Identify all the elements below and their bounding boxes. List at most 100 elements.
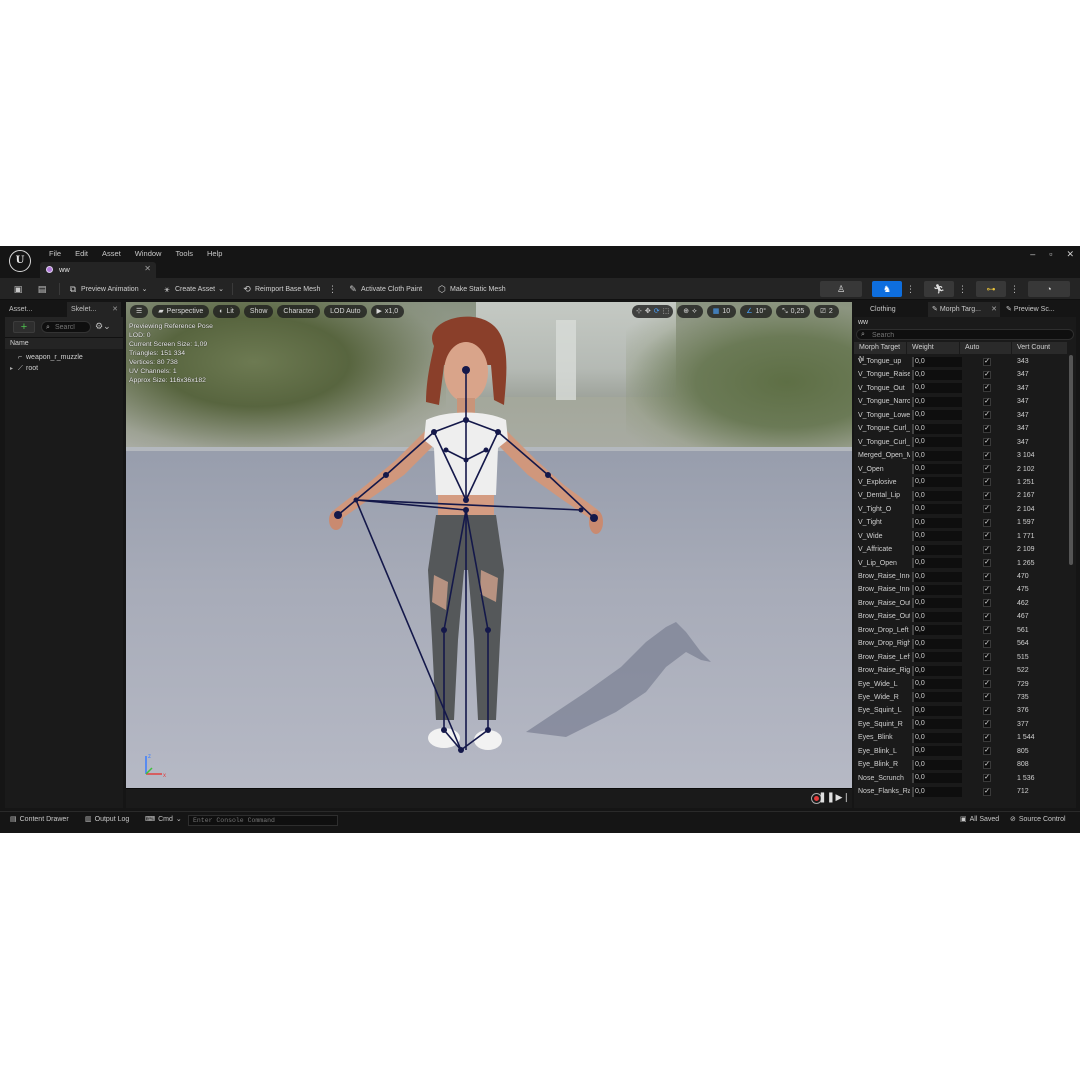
auto-checkbox[interactable]: ✓ <box>983 585 991 594</box>
weight-input[interactable]: 0,0 <box>912 611 962 622</box>
auto-checkbox[interactable]: ✓ <box>983 612 991 621</box>
auto-checkbox[interactable]: ✓ <box>983 384 991 393</box>
auto-checkbox[interactable]: ✓ <box>983 760 991 769</box>
lit-button[interactable]: ◐ Lit <box>213 305 240 318</box>
morph-search-input[interactable] <box>872 330 1062 340</box>
pause-icon[interactable]: ❚❚ <box>818 792 835 803</box>
close-icon[interactable]: ✕ <box>112 302 118 317</box>
auto-checkbox[interactable]: ✓ <box>983 532 991 541</box>
morph-target-row[interactable]: Brow_Raise_Outer_R0,0 ✓ 467 <box>854 610 1068 623</box>
morph-search[interactable]: ⌕ <box>856 329 1074 340</box>
weight-input[interactable]: 0,0 <box>912 571 962 582</box>
more-options-icon[interactable]: ⋮ <box>958 282 967 296</box>
auto-checkbox[interactable]: ✓ <box>983 680 991 688</box>
activate-cloth-paint-button[interactable]: ✎ Activate Cloth Paint <box>348 282 422 296</box>
auto-checkbox[interactable]: ✓ <box>983 666 991 675</box>
auto-checkbox[interactable]: ✓ <box>983 518 991 527</box>
auto-checkbox[interactable]: ✓ <box>983 451 991 460</box>
physics-mode-button[interactable]: ◔ <box>1028 281 1070 297</box>
auto-checkbox[interactable]: ✓ <box>983 357 991 366</box>
weight-input[interactable]: 0,0 <box>912 786 962 797</box>
auto-checkbox[interactable]: ✓ <box>983 639 991 648</box>
preview-animation-button[interactable]: ⧉ Preview Animation ⌄ <box>68 282 148 296</box>
column-header-name[interactable]: Name <box>5 337 123 349</box>
auto-checkbox[interactable]: ✓ <box>983 626 991 635</box>
morph-target-row[interactable]: Eye_Wide_R 0,0 ✓ 735 <box>854 691 1068 704</box>
reimport-base-mesh-button[interactable]: ⟲ Reimport Base Mesh <box>242 282 320 296</box>
auto-checkbox[interactable]: ✓ <box>983 424 991 433</box>
weight-input[interactable]: 0,0 <box>912 490 962 501</box>
auto-checkbox[interactable]: ✓ <box>983 774 991 783</box>
weight-input[interactable]: 0,0 <box>912 719 962 730</box>
restore-button[interactable]: ▫ <box>1049 249 1052 260</box>
asset-tab[interactable]: ww ✕ <box>40 262 156 278</box>
morph-target-row[interactable]: Brow_Drop_Left 0,0 ✓ 561 <box>854 624 1068 637</box>
morph-target-row[interactable]: Brow_Raise_Left 0,0 ✓ 515 <box>854 651 1068 664</box>
auto-checkbox[interactable]: ✓ <box>983 478 991 487</box>
close-icon[interactable]: ✕ <box>991 302 997 317</box>
weight-input[interactable]: 0,0 <box>912 773 962 784</box>
auto-checkbox[interactable]: ✓ <box>983 559 991 568</box>
mesh-mode-button[interactable]: ♞ <box>872 281 902 297</box>
auto-checkbox[interactable]: ✓ <box>983 545 991 554</box>
morph-target-row[interactable]: V_Lip_Open 0,0 ✓ 1 265 <box>854 557 1068 570</box>
angle-snap-button[interactable]: ∠ 10° <box>740 305 773 318</box>
menu-file[interactable]: File <box>42 248 68 260</box>
morph-target-row[interactable]: Brow_Raise_Inner_L0,0 ✓ 470 <box>854 570 1068 583</box>
weight-input[interactable]: 0,0 <box>912 504 962 515</box>
perspective-button[interactable]: ▰ Perspective <box>152 305 210 318</box>
source-control-button[interactable]: ⊘ Source Control <box>1010 815 1066 824</box>
close-tab-icon[interactable]: ✕ <box>144 264 151 273</box>
weight-input[interactable]: 0,0 <box>912 369 962 380</box>
weight-input[interactable]: 0,0 <box>912 759 962 770</box>
auto-checkbox[interactable]: ✓ <box>983 787 991 796</box>
make-static-mesh-button[interactable]: ⬡ Make Static Mesh <box>437 282 506 296</box>
add-button[interactable]: + <box>13 321 35 333</box>
blueprint-mode-button[interactable]: ⊶ <box>976 281 1006 297</box>
col-weight[interactable]: Weight <box>907 342 960 354</box>
skeleton-search[interactable]: ⌕ <box>41 321 91 333</box>
weight-input[interactable]: 0,0 <box>912 477 962 488</box>
morph-target-row[interactable]: Brow_Raise_Right0,0 ✓ 522 <box>854 664 1068 677</box>
console-input[interactable] <box>189 816 335 825</box>
weight-input[interactable]: 0,0 <box>912 692 962 703</box>
weight-input[interactable]: 0,0 <box>912 558 962 569</box>
morph-target-row[interactable]: V_Explosive 0,0 ✓ 1 251 <box>854 476 1068 489</box>
tree-item-weapon-r-muzzle[interactable]: ⌐ weapon_r_muzzle <box>10 352 83 363</box>
morph-target-row[interactable]: V_Tongue_up 0,0 ✓ 343 <box>854 355 1068 368</box>
morph-target-row[interactable]: Brow_Drop_Right 0,0 ✓ 564 <box>854 637 1068 650</box>
expand-caret-icon[interactable]: ▸ <box>10 364 18 375</box>
morph-target-row[interactable]: Brow_Raise_Outer_L0,0 ✓ 462 <box>854 597 1068 610</box>
col-morph-target-name[interactable]: Morph Target N <box>854 342 907 363</box>
morph-target-row[interactable]: Nose_Scrunch 0,0 ✓ 1 536 <box>854 772 1068 785</box>
menu-tools[interactable]: Tools <box>168 248 200 260</box>
auto-checkbox[interactable]: ✓ <box>983 733 991 742</box>
character-mesh[interactable] <box>326 310 616 780</box>
more-options-icon[interactable]: ⋮ <box>906 282 915 296</box>
morph-target-row[interactable]: Nose_Flanks_Raise0,0 ✓ 712 <box>854 785 1068 798</box>
auto-checkbox[interactable]: ✓ <box>983 465 991 473</box>
grid-snap-button[interactable]: ▦ 10 <box>706 305 737 318</box>
morph-target-row[interactable]: Eyes_Blink 0,0 ✓ 1 544 <box>854 731 1068 744</box>
weight-input[interactable]: 0,0 <box>912 531 962 542</box>
camera-speed-button[interactable]: ⎚ 2 <box>814 305 839 318</box>
col-auto[interactable]: Auto <box>960 342 1012 354</box>
weight-input[interactable]: 0,0 <box>912 356 962 367</box>
weight-input[interactable]: 0,0 <box>912 410 962 421</box>
weight-input[interactable]: 0,0 <box>912 396 962 407</box>
menu-help[interactable]: Help <box>200 248 229 260</box>
tree-item-root[interactable]: ▸ ⟋ root <box>10 363 38 374</box>
morph-target-row[interactable]: V_Tongue_Curl_D 0,0 ✓ 347 <box>854 436 1068 449</box>
weight-input[interactable]: 0,0 <box>912 383 962 394</box>
morph-target-row[interactable]: Brow_Raise_Inner_R0,0 ✓ 475 <box>854 583 1068 596</box>
tab-clothing[interactable]: Clothing <box>854 302 924 317</box>
auto-checkbox[interactable]: ✓ <box>983 747 991 756</box>
weight-input[interactable]: 0,0 <box>912 732 962 743</box>
weight-input[interactable]: 0,0 <box>912 464 962 474</box>
col-vert-count[interactable]: Vert Count <box>1012 342 1068 354</box>
auto-checkbox[interactable]: ✓ <box>983 370 991 379</box>
lod-button[interactable]: LOD Auto <box>324 305 367 318</box>
weight-input[interactable]: 0,0 <box>912 625 962 636</box>
auto-checkbox[interactable]: ✓ <box>983 599 991 608</box>
morph-target-row[interactable]: Eye_Squint_R 0,0 ✓ 377 <box>854 718 1068 731</box>
